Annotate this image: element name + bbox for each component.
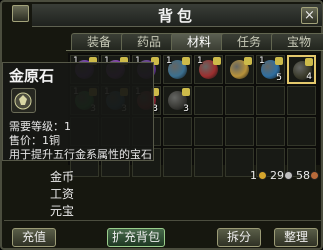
- split-button[interactable]: 拆分: [217, 228, 261, 247]
- recharge-button[interactable]: 充值: [12, 228, 56, 247]
- slot-stack-count: 1: [197, 56, 203, 66]
- inventory-slot[interactable]: [256, 117, 285, 146]
- tab-materials[interactable]: 材料: [171, 33, 227, 50]
- inventory-slot[interactable]: [256, 86, 285, 115]
- title-bar[interactable]: 背包 ×: [32, 4, 322, 27]
- gold-amount: 1: [250, 169, 257, 182]
- slot-quantity: 3: [183, 104, 189, 114]
- bound-lock-icon: [213, 57, 221, 65]
- inventory-slot[interactable]: [194, 86, 223, 115]
- expand-bag-button[interactable]: 扩充背包: [107, 228, 165, 247]
- tab-bar: 装备 药品 材料 任务 宝物: [71, 33, 323, 50]
- close-button[interactable]: ×: [301, 7, 318, 24]
- inventory-slot[interactable]: 15: [256, 55, 285, 84]
- inventory-slot[interactable]: [287, 117, 316, 146]
- inventory-slot[interactable]: 4: [287, 55, 316, 84]
- bound-lock-icon: [182, 88, 190, 96]
- bound-lock-icon: [275, 57, 283, 65]
- gold-ore-icon: [11, 88, 36, 113]
- tooltip-item-name: 金原石: [9, 67, 55, 85]
- slot-stack-count: 1: [166, 56, 172, 66]
- inventory-slot[interactable]: 1: [163, 55, 192, 84]
- tooltip-description: 用于提升五行金系属性的宝石: [9, 148, 152, 161]
- tab-quest[interactable]: 任务: [221, 33, 277, 50]
- slot-quantity: 4: [306, 72, 312, 82]
- window-title: 背包: [157, 7, 196, 25]
- money-panel: 金币 1 29 58 工资 元宝: [42, 164, 321, 218]
- bound-lock-icon: [244, 57, 252, 65]
- slot-stack-count: 1: [259, 56, 265, 66]
- bound-lock-icon: [305, 58, 313, 66]
- silver-amount: 29: [270, 169, 284, 182]
- item-tooltip: 金原石 需要等级：1 售价：1铜 用于提升五行金系属性的宝石: [2, 62, 154, 161]
- bottom-toolbar: 充值 扩充背包 拆分 整理: [4, 220, 323, 250]
- lock-icon[interactable]: [12, 5, 29, 22]
- tab-medicine[interactable]: 药品: [121, 33, 177, 50]
- slot-quantity: 5: [276, 73, 282, 83]
- tab-equipment[interactable]: 装备: [71, 33, 127, 50]
- gold-coin-icon: [258, 171, 267, 180]
- inventory-slot[interactable]: [287, 86, 316, 115]
- bound-lock-icon: [182, 57, 190, 65]
- gold-label: 金币: [50, 170, 75, 184]
- copper-amount: 58: [296, 169, 310, 182]
- inventory-slot[interactable]: [194, 117, 223, 146]
- inventory-slot[interactable]: [163, 117, 192, 146]
- inventory-slot[interactable]: 3: [163, 86, 192, 115]
- yuanbao-label: 元宝: [50, 204, 75, 218]
- backpack-window: 背包 × 装备 药品 材料 任务 宝物 111111541313133 金原石 …: [0, 0, 323, 250]
- silver-coin-icon: [284, 171, 293, 180]
- tab-treasure[interactable]: 宝物: [271, 33, 323, 50]
- copper-coin-icon: [310, 171, 319, 180]
- tab-divider: [66, 50, 323, 51]
- sort-button[interactable]: 整理: [274, 228, 318, 247]
- inventory-slot[interactable]: [225, 86, 254, 115]
- inventory-slot[interactable]: 1: [194, 55, 223, 84]
- inventory-slot[interactable]: [225, 55, 254, 84]
- inventory-slot[interactable]: [225, 117, 254, 146]
- wage-label: 工资: [50, 187, 75, 201]
